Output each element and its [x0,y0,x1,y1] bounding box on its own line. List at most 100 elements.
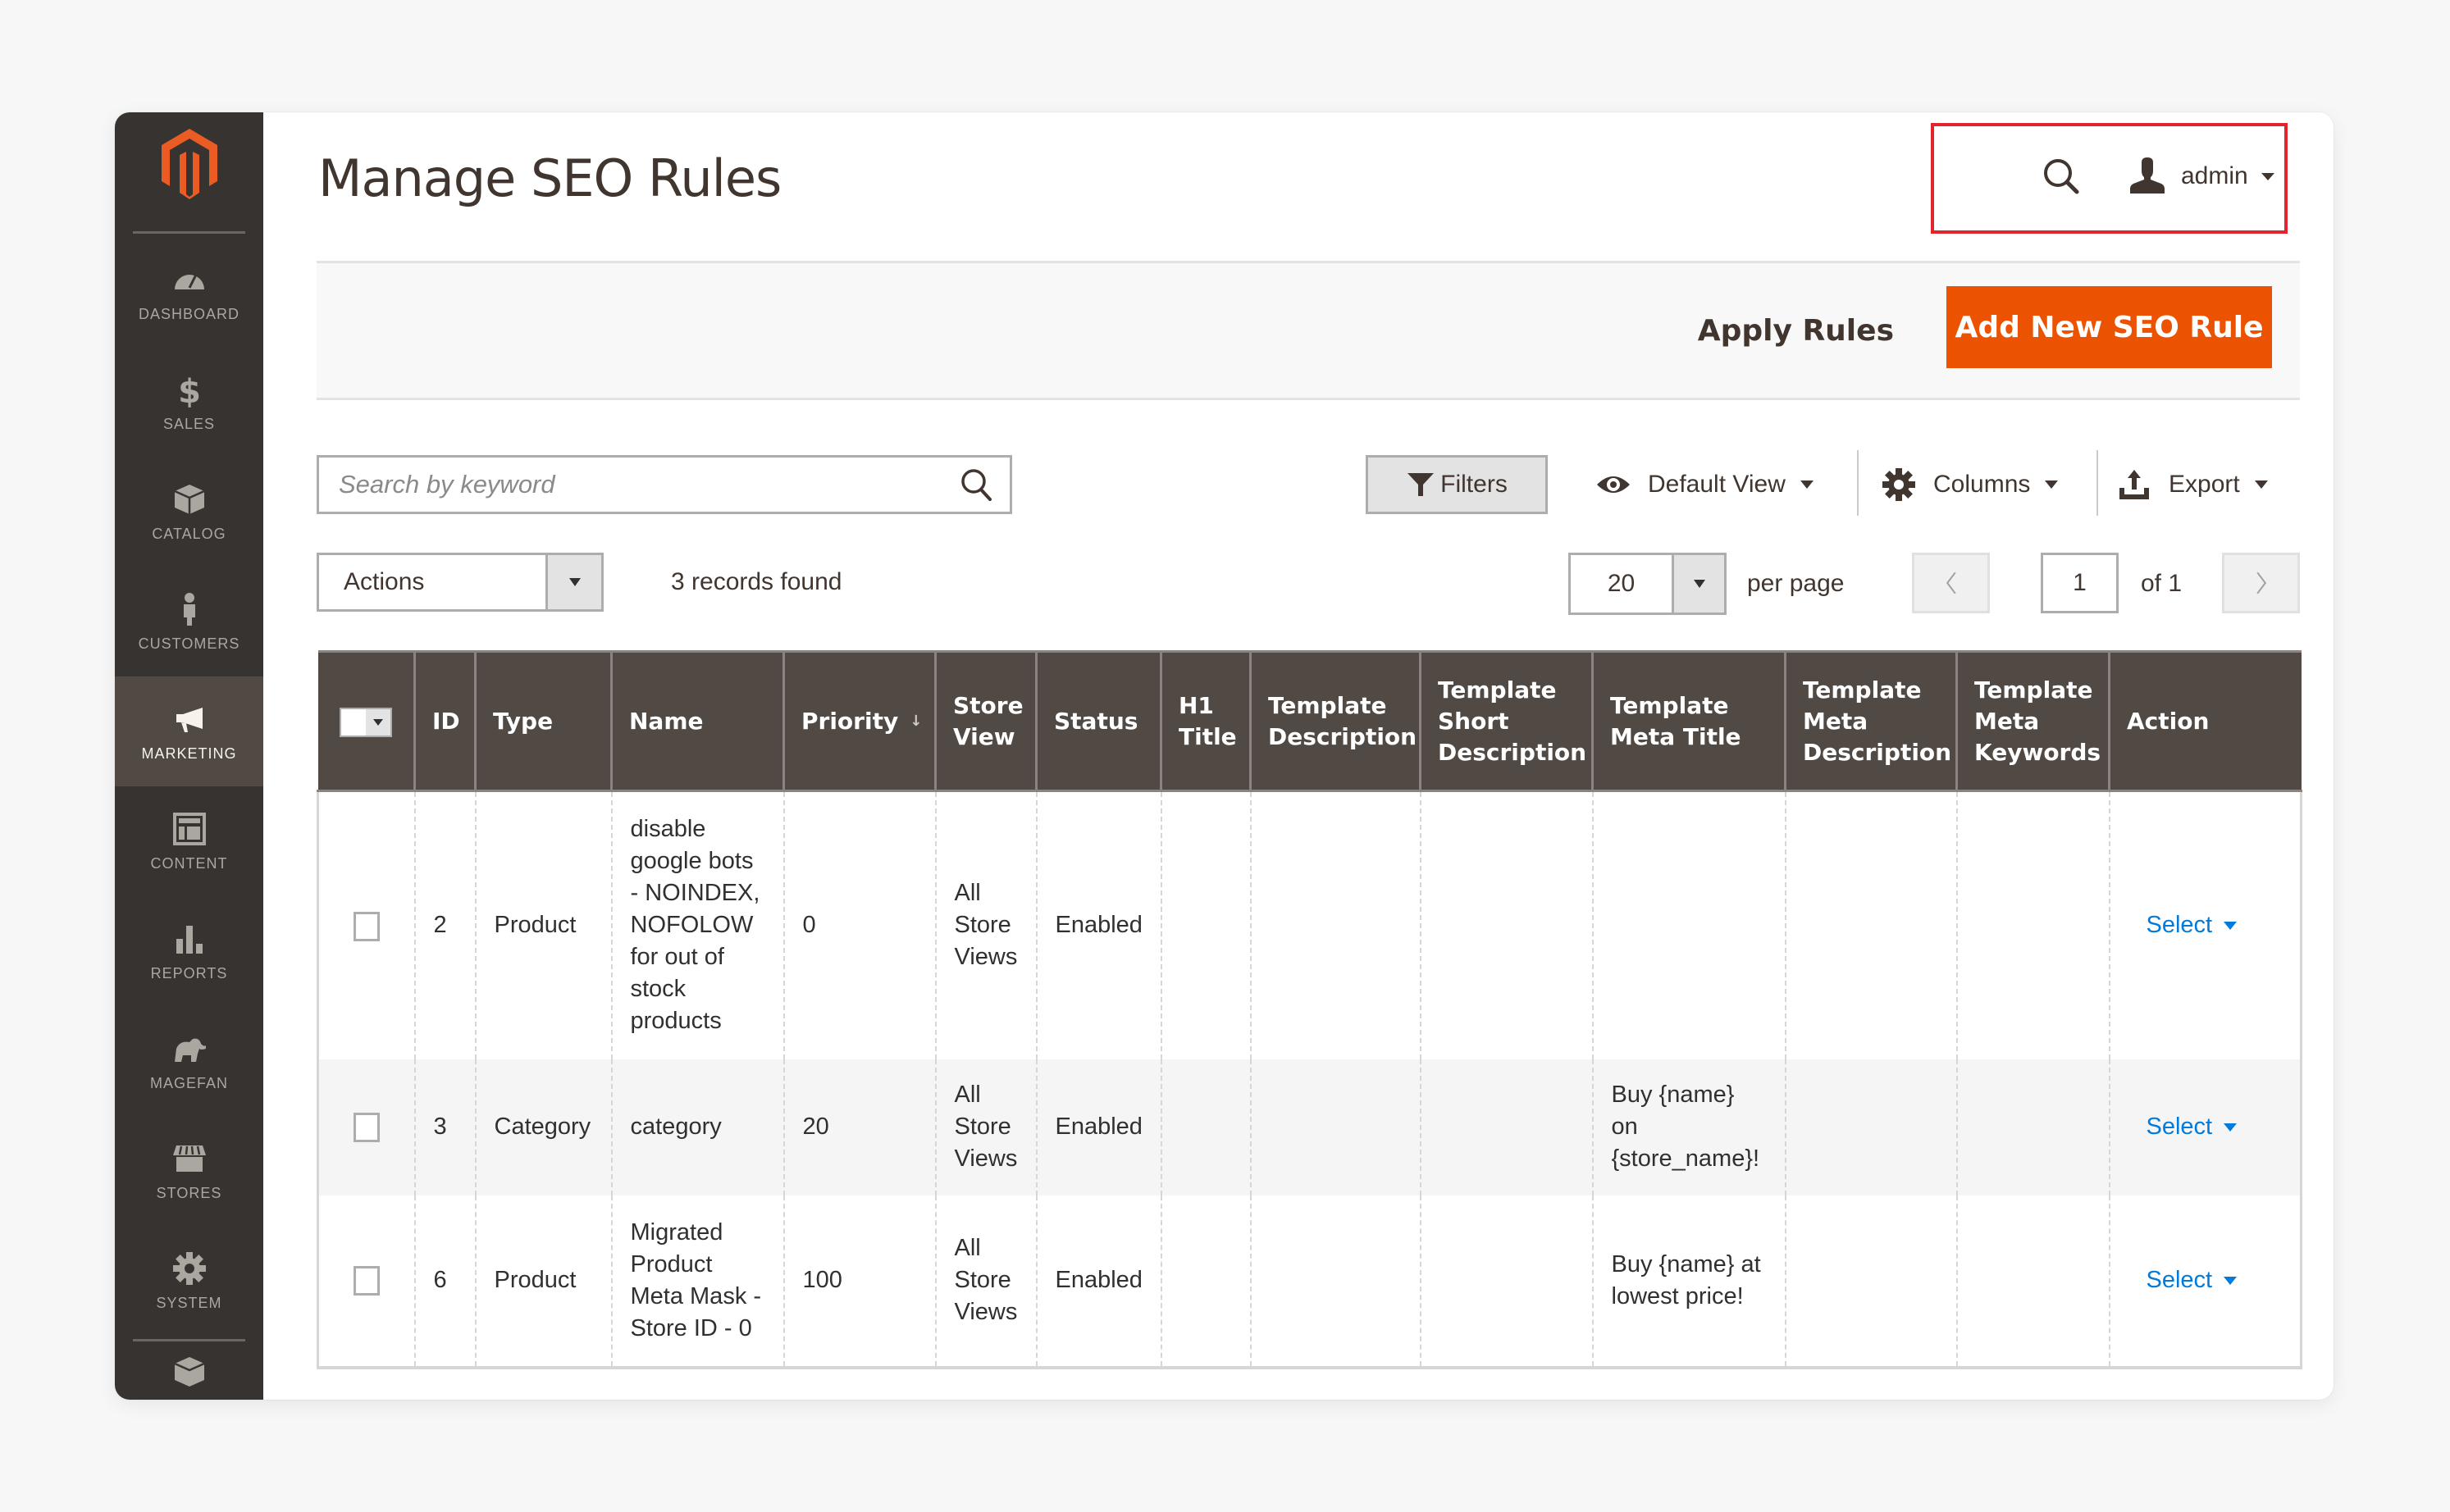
sidebar-divider [133,231,245,234]
cell-name: Migrated Product Meta Mask - Store ID - … [610,1195,784,1369]
column-header-priority[interactable]: Priority ↓ [782,650,936,792]
default-view-dropdown[interactable]: Default View [1595,455,1814,514]
chevron-down-icon [1693,580,1705,588]
sidebar-item-dashboard[interactable]: Dashboard [115,237,263,347]
sidebar-item-label: Reports [150,964,228,981]
filters-button[interactable]: Filters [1366,455,1548,514]
cell-template-meta-keywords [1955,1059,2110,1195]
column-header-template-short-description[interactable]: Template Short Description [1419,650,1593,792]
sidebar-item-label: Sales [162,415,216,432]
cell-h1-title [1160,1059,1251,1195]
magento-logo[interactable] [115,127,263,201]
sidebar-item-marketing[interactable]: Marketing [115,676,263,786]
columns-label: Columns [1933,471,2031,498]
filter-icon [1407,473,1435,496]
cell-template-description [1249,790,1421,1059]
cell-priority: 100 [782,1195,936,1369]
cell-id: 6 [413,1195,476,1369]
cell-template-meta-description [1784,790,1957,1059]
sidebar-item-catalog[interactable]: Catalog [115,457,263,567]
column-header-template-meta-description[interactable]: Template Meta Description [1784,650,1957,792]
sidebar-item-system[interactable]: System [115,1226,263,1336]
column-header-type[interactable]: Type [474,650,612,792]
current-page-input[interactable] [2041,553,2119,613]
row-checkbox[interactable] [353,1266,380,1296]
search-submit-button[interactable] [944,458,1010,512]
column-header-id[interactable]: ID [413,650,476,792]
cell-template-meta-title: Buy {name} at lowest price! [1591,1195,1786,1369]
column-header-template-meta-title[interactable]: Template Meta Title [1591,650,1786,792]
mass-select-checkbox[interactable] [339,707,392,737]
cell-store-view: All Store Views [934,790,1037,1059]
dropdown-arrow [545,555,601,609]
cell-template-meta-description [1784,1195,1957,1369]
chevron-down-icon [2224,1123,2238,1132]
table-row: 3 Category category 20 All Store Views E… [317,1059,2302,1195]
cell-template-meta-description [1784,1059,1957,1195]
next-page-button[interactable] [2222,553,2300,613]
sidebar-item-customers[interactable]: Customers [115,567,263,676]
row-select-cell [317,1195,415,1369]
row-checkbox[interactable] [353,1113,380,1143]
previous-page-button[interactable] [1912,553,1990,613]
gear-icon [1882,468,1915,501]
column-header-template-meta-keywords[interactable]: Template Meta Keywords [1955,650,2110,792]
svg-text:$: $ [178,373,201,408]
bar-chart-icon [176,925,203,954]
sidebar-item-content[interactable]: Content [115,786,263,896]
row-action-select[interactable]: Select [2128,1264,2238,1296]
cell-name: category [610,1059,784,1195]
sidebar-item-magefan[interactable]: Magefan [115,1006,263,1116]
sidebar-item-extensions[interactable] [115,1344,263,1400]
columns-dropdown[interactable]: Columns [1881,455,2059,514]
megaphone-icon [176,707,203,732]
sidebar-divider [133,1339,245,1341]
chevron-right-icon [2256,572,2266,594]
cell-template-short-description [1419,1195,1593,1369]
per-page-value: 20 [1607,570,1636,597]
cell-action: Select [2108,1195,2302,1369]
cell-priority: 0 [782,790,936,1059]
default-view-label: Default View [1648,471,1786,498]
cell-template-short-description [1419,1059,1593,1195]
chevron-down-icon [2045,480,2059,489]
column-header-store-view[interactable]: Store View [934,650,1037,792]
cell-template-meta-keywords [1955,790,2110,1059]
column-header-name[interactable]: Name [610,650,784,792]
chevron-down-icon [1800,480,1814,489]
search-input[interactable] [319,458,944,512]
sidebar-item-reports[interactable]: Reports [115,896,263,1006]
cell-id: 2 [413,790,476,1059]
sidebar: Dashboard $ Sales Catalog Customers Mark… [115,112,263,1400]
export-icon [2119,470,2149,499]
sidebar-item-label: Customers [138,635,240,652]
cell-type: Product [474,1195,612,1369]
storefront-icon [172,1145,206,1172]
chevron-down-icon [2254,480,2268,489]
dashboard-icon [174,273,204,289]
sort-arrow-icon: ↓ [910,712,923,730]
total-pages: of 1 [2141,570,2183,597]
per-page-dropdown[interactable]: 20 [1568,553,1727,615]
row-checkbox[interactable] [353,911,380,941]
sidebar-item-stores[interactable]: Stores [115,1116,263,1226]
cell-template-meta-title: Buy {name} on {store_name}! [1591,1059,1786,1195]
apply-rules-button[interactable]: Apply Rules [1698,304,1894,357]
records-count: 3 records found [671,568,842,595]
cell-action: Select [2108,1059,2302,1195]
sidebar-item-label: Dashboard [138,305,240,322]
cell-h1-title [1160,790,1251,1059]
row-action-select[interactable]: Select [2128,909,2238,941]
filters-label: Filters [1440,471,1508,498]
sidebar-item-sales[interactable]: $ Sales [115,347,263,457]
export-dropdown[interactable]: Export [2116,455,2268,514]
row-action-select[interactable]: Select [2128,1111,2238,1143]
mass-actions-dropdown[interactable]: Actions [317,553,604,612]
person-icon [183,592,195,626]
column-header-status[interactable]: Status [1035,650,1161,792]
add-new-seo-rule-button[interactable]: Add New SEO Rule [1946,286,2272,368]
column-header-h1-title[interactable]: H1 Title [1160,650,1251,792]
cell-status: Enabled [1035,1195,1161,1369]
column-header-template-description[interactable]: Template Description [1249,650,1421,792]
sidebar-item-label: Content [150,854,228,872]
